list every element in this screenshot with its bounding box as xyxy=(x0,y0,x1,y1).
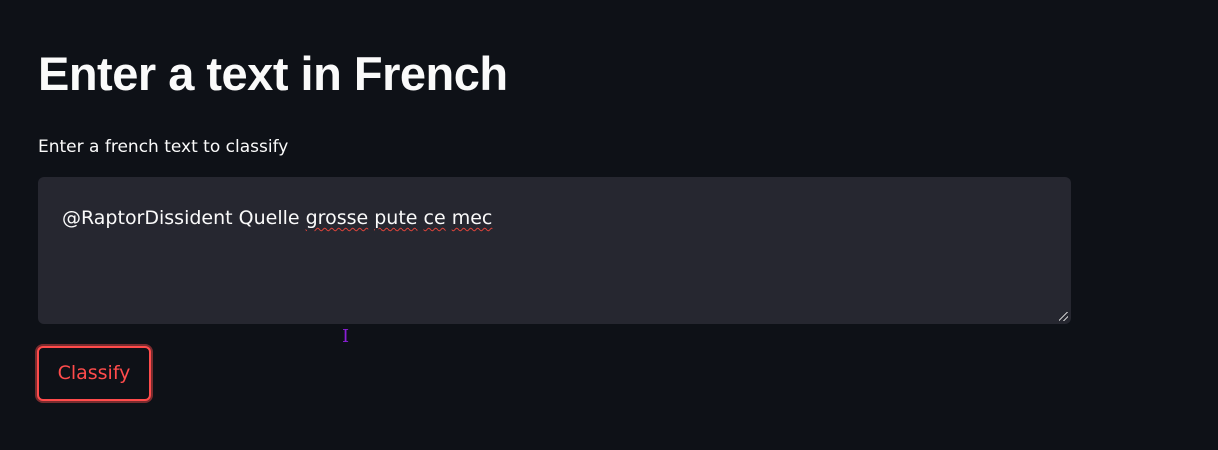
resize-handle-icon[interactable] xyxy=(1059,312,1068,321)
i-beam-cursor-icon: I xyxy=(342,326,350,347)
classify-button[interactable]: Classify xyxy=(37,346,151,401)
misspelled-word: grosse xyxy=(305,207,369,229)
text-area-label: Enter a french text to classify xyxy=(38,137,289,157)
misspelled-word: mec xyxy=(451,207,493,229)
misspelled-word: pute xyxy=(374,207,418,229)
page-title: Enter a text in French xyxy=(38,47,508,100)
misspelled-word: ce xyxy=(423,207,446,229)
input-text-segment: @RaptorDissident Quelle xyxy=(62,207,306,229)
french-text-input[interactable]: @RaptorDissident Quelle grosse pute ce m… xyxy=(38,177,1071,324)
